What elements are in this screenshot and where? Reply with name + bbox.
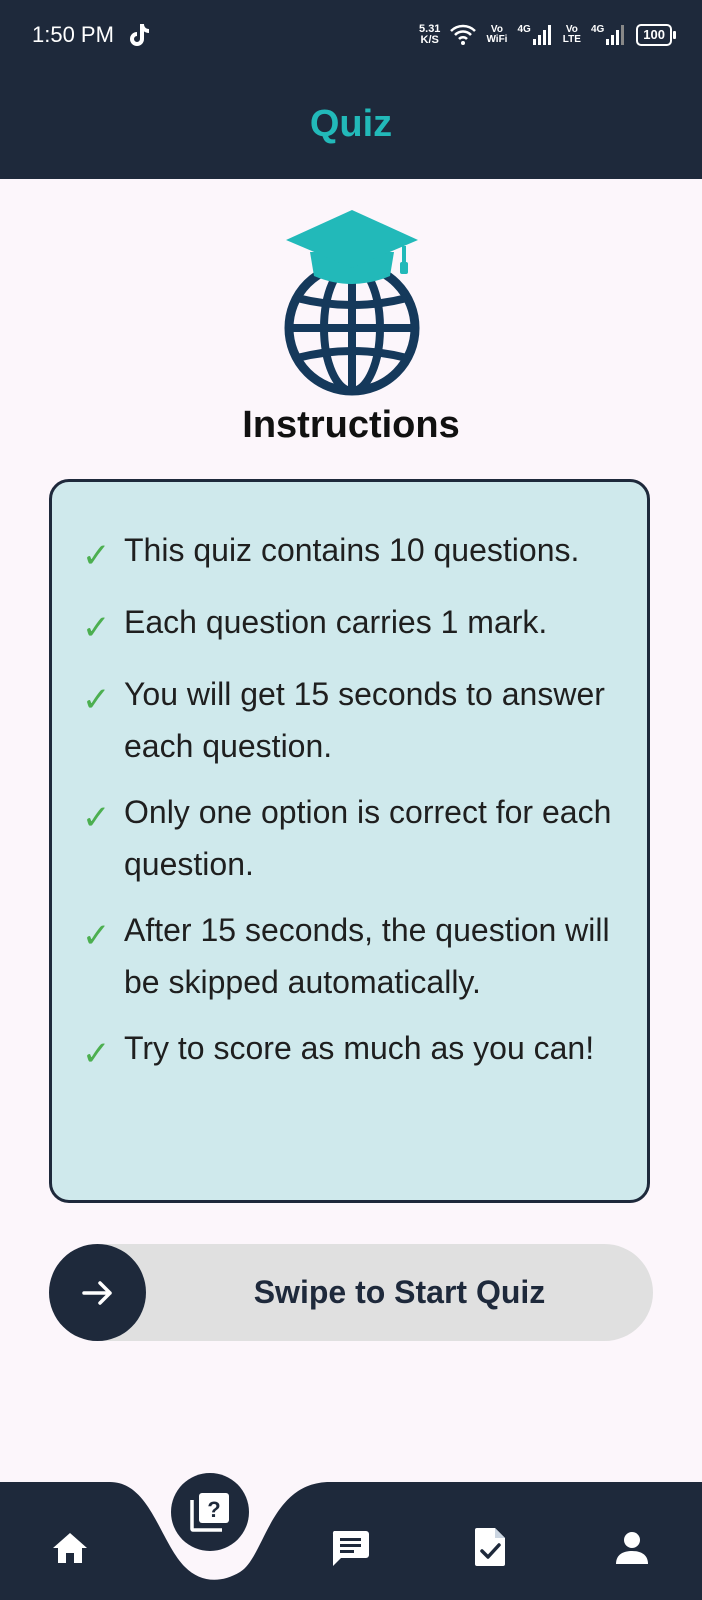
chat-icon [332, 1531, 369, 1566]
signal-1: 4G [517, 25, 552, 45]
nav-quiz[interactable]: ? [171, 1473, 249, 1551]
net-speed: 5.31 K/S [419, 23, 441, 46]
instruction-item: ✓ Only one option is correct for each qu… [82, 786, 617, 890]
home-icon [53, 1533, 87, 1563]
instruction-item: ✓ Try to score as much as you can! [82, 1022, 617, 1080]
bottom-nav [0, 1472, 702, 1600]
app-title: Quiz [309, 103, 393, 145]
vowifi-indicator: Vo WiFi [486, 24, 508, 45]
signal-2: 4G [591, 25, 626, 45]
svg-text:?: ? [207, 1497, 220, 1522]
instruction-item: ✓ You will get 15 seconds to answer each… [82, 668, 617, 772]
assignment-icon [475, 1528, 505, 1566]
signal-bars-icon [532, 25, 551, 45]
volte-indicator: Vo LTE [562, 24, 581, 45]
instruction-text: Only one option is correct for each ques… [124, 794, 612, 882]
swipe-to-start-track[interactable]: Swipe to Start Quiz [49, 1244, 653, 1341]
status-icons: 5.31 K/S Vo WiFi 4G Vo LTE 4G 100 [419, 20, 676, 50]
instruction-text: This quiz contains 10 questions. [124, 532, 580, 568]
check-icon: ✓ [82, 608, 111, 648]
instruction-text: After 15 seconds, the question will be s… [124, 912, 610, 1000]
check-icon: ✓ [82, 680, 111, 720]
wifi-icon [450, 24, 477, 45]
check-icon: ✓ [82, 916, 111, 956]
status-bar: 1:50 PM 5.31 K/S Vo WiFi 4G Vo LTE 4G 10… [0, 0, 702, 70]
nav-chat[interactable] [320, 1518, 380, 1578]
graduation-globe-icon [284, 210, 420, 396]
person-icon [616, 1532, 648, 1564]
instruction-item: ✓ This quiz contains 10 questions. [82, 524, 617, 582]
tiktok-icon [130, 24, 149, 46]
status-time: 1:50 PM [32, 22, 114, 47]
battery-indicator: 100 [636, 24, 676, 46]
nav-home[interactable] [40, 1518, 100, 1578]
nav-results[interactable] [460, 1516, 520, 1578]
instructions-card: ✓ This quiz contains 10 questions. ✓ Eac… [49, 479, 650, 1203]
arrow-right-icon [81, 1280, 112, 1305]
instruction-text: You will get 15 seconds to answer each q… [124, 676, 605, 764]
swipe-handle[interactable] [49, 1244, 146, 1341]
instruction-text: Each question carries 1 mark. [124, 604, 548, 640]
check-icon: ✓ [82, 1034, 111, 1074]
signal-bars-icon [606, 25, 625, 45]
app-bar: Quiz [0, 70, 702, 179]
instructions-heading: Instructions [242, 404, 460, 446]
quiz-icon: ? [190, 1493, 229, 1532]
check-icon: ✓ [82, 798, 111, 838]
instruction-item: ✓ Each question carries 1 mark. [82, 596, 617, 654]
swipe-label: Swipe to Start Quiz [253, 1274, 546, 1310]
nav-profile[interactable] [602, 1518, 662, 1578]
instruction-item: ✓ After 15 seconds, the question will be… [82, 904, 617, 1008]
check-icon: ✓ [82, 536, 111, 576]
instruction-text: Try to score as much as you can! [124, 1030, 595, 1066]
